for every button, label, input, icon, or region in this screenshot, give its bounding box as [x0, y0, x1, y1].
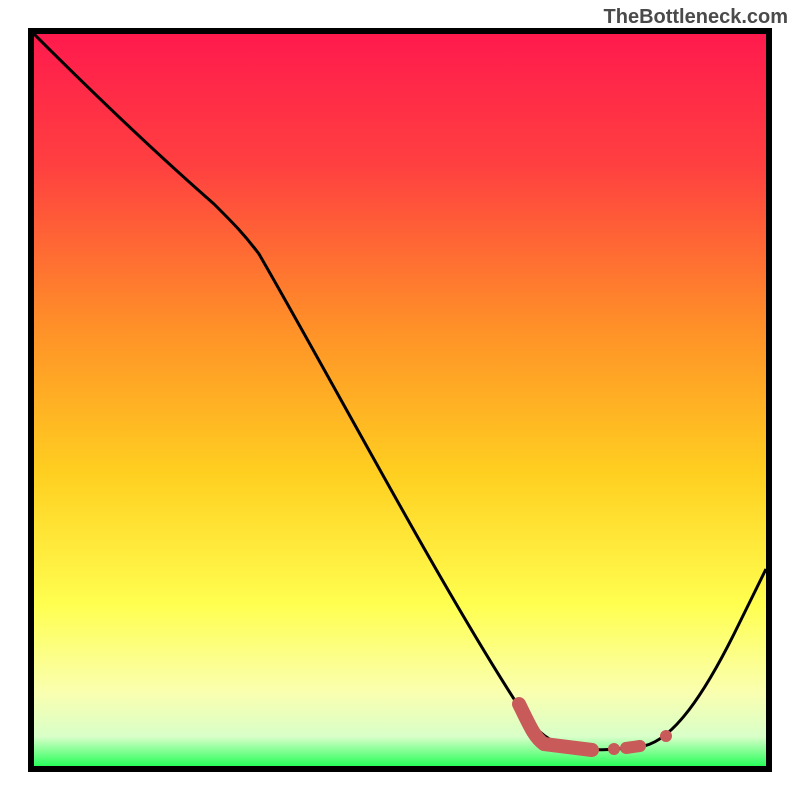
watermark-label: TheBottleneck.com	[604, 6, 788, 29]
gradient-background	[34, 34, 766, 766]
chart-plot-area	[28, 28, 772, 772]
chart-svg	[34, 34, 766, 766]
optimal-zone-dot-2	[660, 730, 672, 742]
optimal-zone-segment-bottom	[544, 744, 592, 750]
optimal-zone-dot-1	[608, 743, 620, 755]
optimal-zone-segment-right	[626, 746, 640, 748]
